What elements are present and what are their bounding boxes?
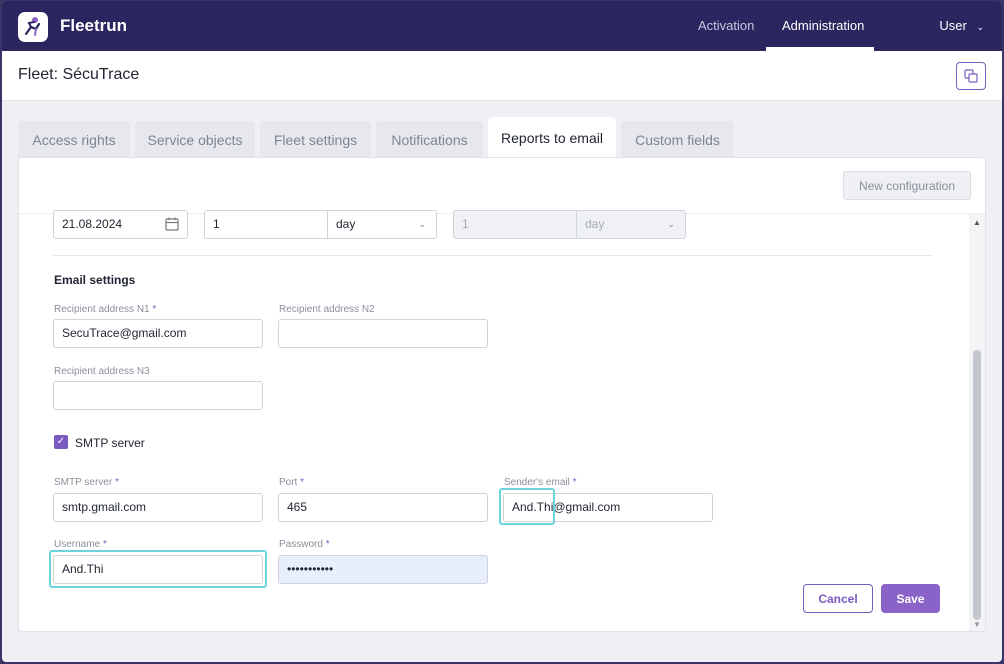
password-label: Password * xyxy=(279,539,330,550)
sender-highlight xyxy=(499,488,555,525)
scroll-down-icon[interactable]: ▼ xyxy=(973,620,981,629)
disabled-value-field: 1 xyxy=(453,210,577,239)
smtp-checkbox[interactable]: ✓ xyxy=(54,435,68,449)
username-highlight xyxy=(49,550,267,588)
user-menu[interactable]: User ⌄ xyxy=(939,18,984,33)
nav-activation[interactable]: Activation xyxy=(698,18,754,33)
page-title: Fleet: SécuTrace xyxy=(18,66,140,83)
recipient1-input[interactable]: SecuTrace@gmail.com xyxy=(53,319,263,348)
report-form: 21.08.2024 1 day ⌄ 1 day ⌄ Email setting… xyxy=(19,210,969,631)
username-label: Username * xyxy=(54,539,107,550)
new-configuration-button[interactable]: New configuration xyxy=(843,171,971,200)
recipient3-input[interactable] xyxy=(53,381,263,410)
chevron-down-icon: ⌄ xyxy=(667,219,675,229)
disabled-unit-value: day xyxy=(585,217,605,231)
copy-button[interactable] xyxy=(956,62,986,90)
copy-icon xyxy=(964,69,978,83)
recipient1-label: Recipient address N1 * xyxy=(54,304,157,315)
top-navbar: Fleetrun Activation Administration User … xyxy=(2,1,1002,51)
chevron-down-icon: ⌄ xyxy=(976,22,984,32)
tab-service-objects[interactable]: Service objects xyxy=(135,121,255,159)
card-toolbar: New configuration xyxy=(19,158,985,214)
smtp-checkbox-label: SMTP server xyxy=(75,436,145,450)
chevron-down-icon: ⌄ xyxy=(418,219,426,229)
disabled-unit-select: day ⌄ xyxy=(576,210,686,239)
port-label: Port * xyxy=(279,477,305,488)
section-divider xyxy=(53,255,933,256)
smtp-server-label: SMTP server * xyxy=(54,477,119,488)
tab-notifications[interactable]: Notifications xyxy=(376,121,483,159)
interval-unit-select[interactable]: day ⌄ xyxy=(327,210,437,239)
nav-administration[interactable]: Administration xyxy=(782,18,864,33)
tab-access-rights[interactable]: Access rights xyxy=(18,121,130,159)
reports-card: New configuration 21.08.2024 1 day ⌄ 1 d… xyxy=(18,157,986,632)
user-label: User xyxy=(939,18,967,33)
sender-email-label: Sender's email * xyxy=(504,477,577,488)
smtp-server-input[interactable]: smtp.gmail.com xyxy=(53,493,263,522)
app-window: Fleetrun Activation Administration User … xyxy=(2,1,1002,662)
interval-unit-value: day xyxy=(336,217,356,231)
cancel-button[interactable]: Cancel xyxy=(803,584,873,613)
calendar-icon[interactable] xyxy=(165,217,179,231)
form-scrollbar[interactable]: ▲ ▼ xyxy=(969,214,985,631)
email-settings-title: Email settings xyxy=(54,273,136,287)
recipient3-label: Recipient address N3 xyxy=(54,366,150,377)
save-button[interactable]: Save xyxy=(881,584,940,613)
scroll-up-icon[interactable]: ▲ xyxy=(973,218,981,227)
tab-custom-fields[interactable]: Custom fields xyxy=(621,121,734,159)
date-value: 21.08.2024 xyxy=(62,217,123,231)
password-input[interactable]: ••••••••••• xyxy=(278,555,488,584)
tab-reports-to-email[interactable]: Reports to email xyxy=(488,117,616,159)
tab-fleet-settings[interactable]: Fleet settings xyxy=(260,121,371,159)
interval-value-field[interactable]: 1 xyxy=(204,210,328,239)
fleetrun-logo-icon[interactable] xyxy=(18,12,48,42)
app-name: Fleetrun xyxy=(60,16,128,35)
scroll-thumb[interactable] xyxy=(973,350,981,620)
page-header: Fleet: SécuTrace xyxy=(2,51,1002,101)
date-field[interactable]: 21.08.2024 xyxy=(53,210,188,239)
recipient2-label: Recipient address N2 xyxy=(279,304,375,315)
port-input[interactable]: 465 xyxy=(278,493,488,522)
recipient2-input[interactable] xyxy=(278,319,488,348)
